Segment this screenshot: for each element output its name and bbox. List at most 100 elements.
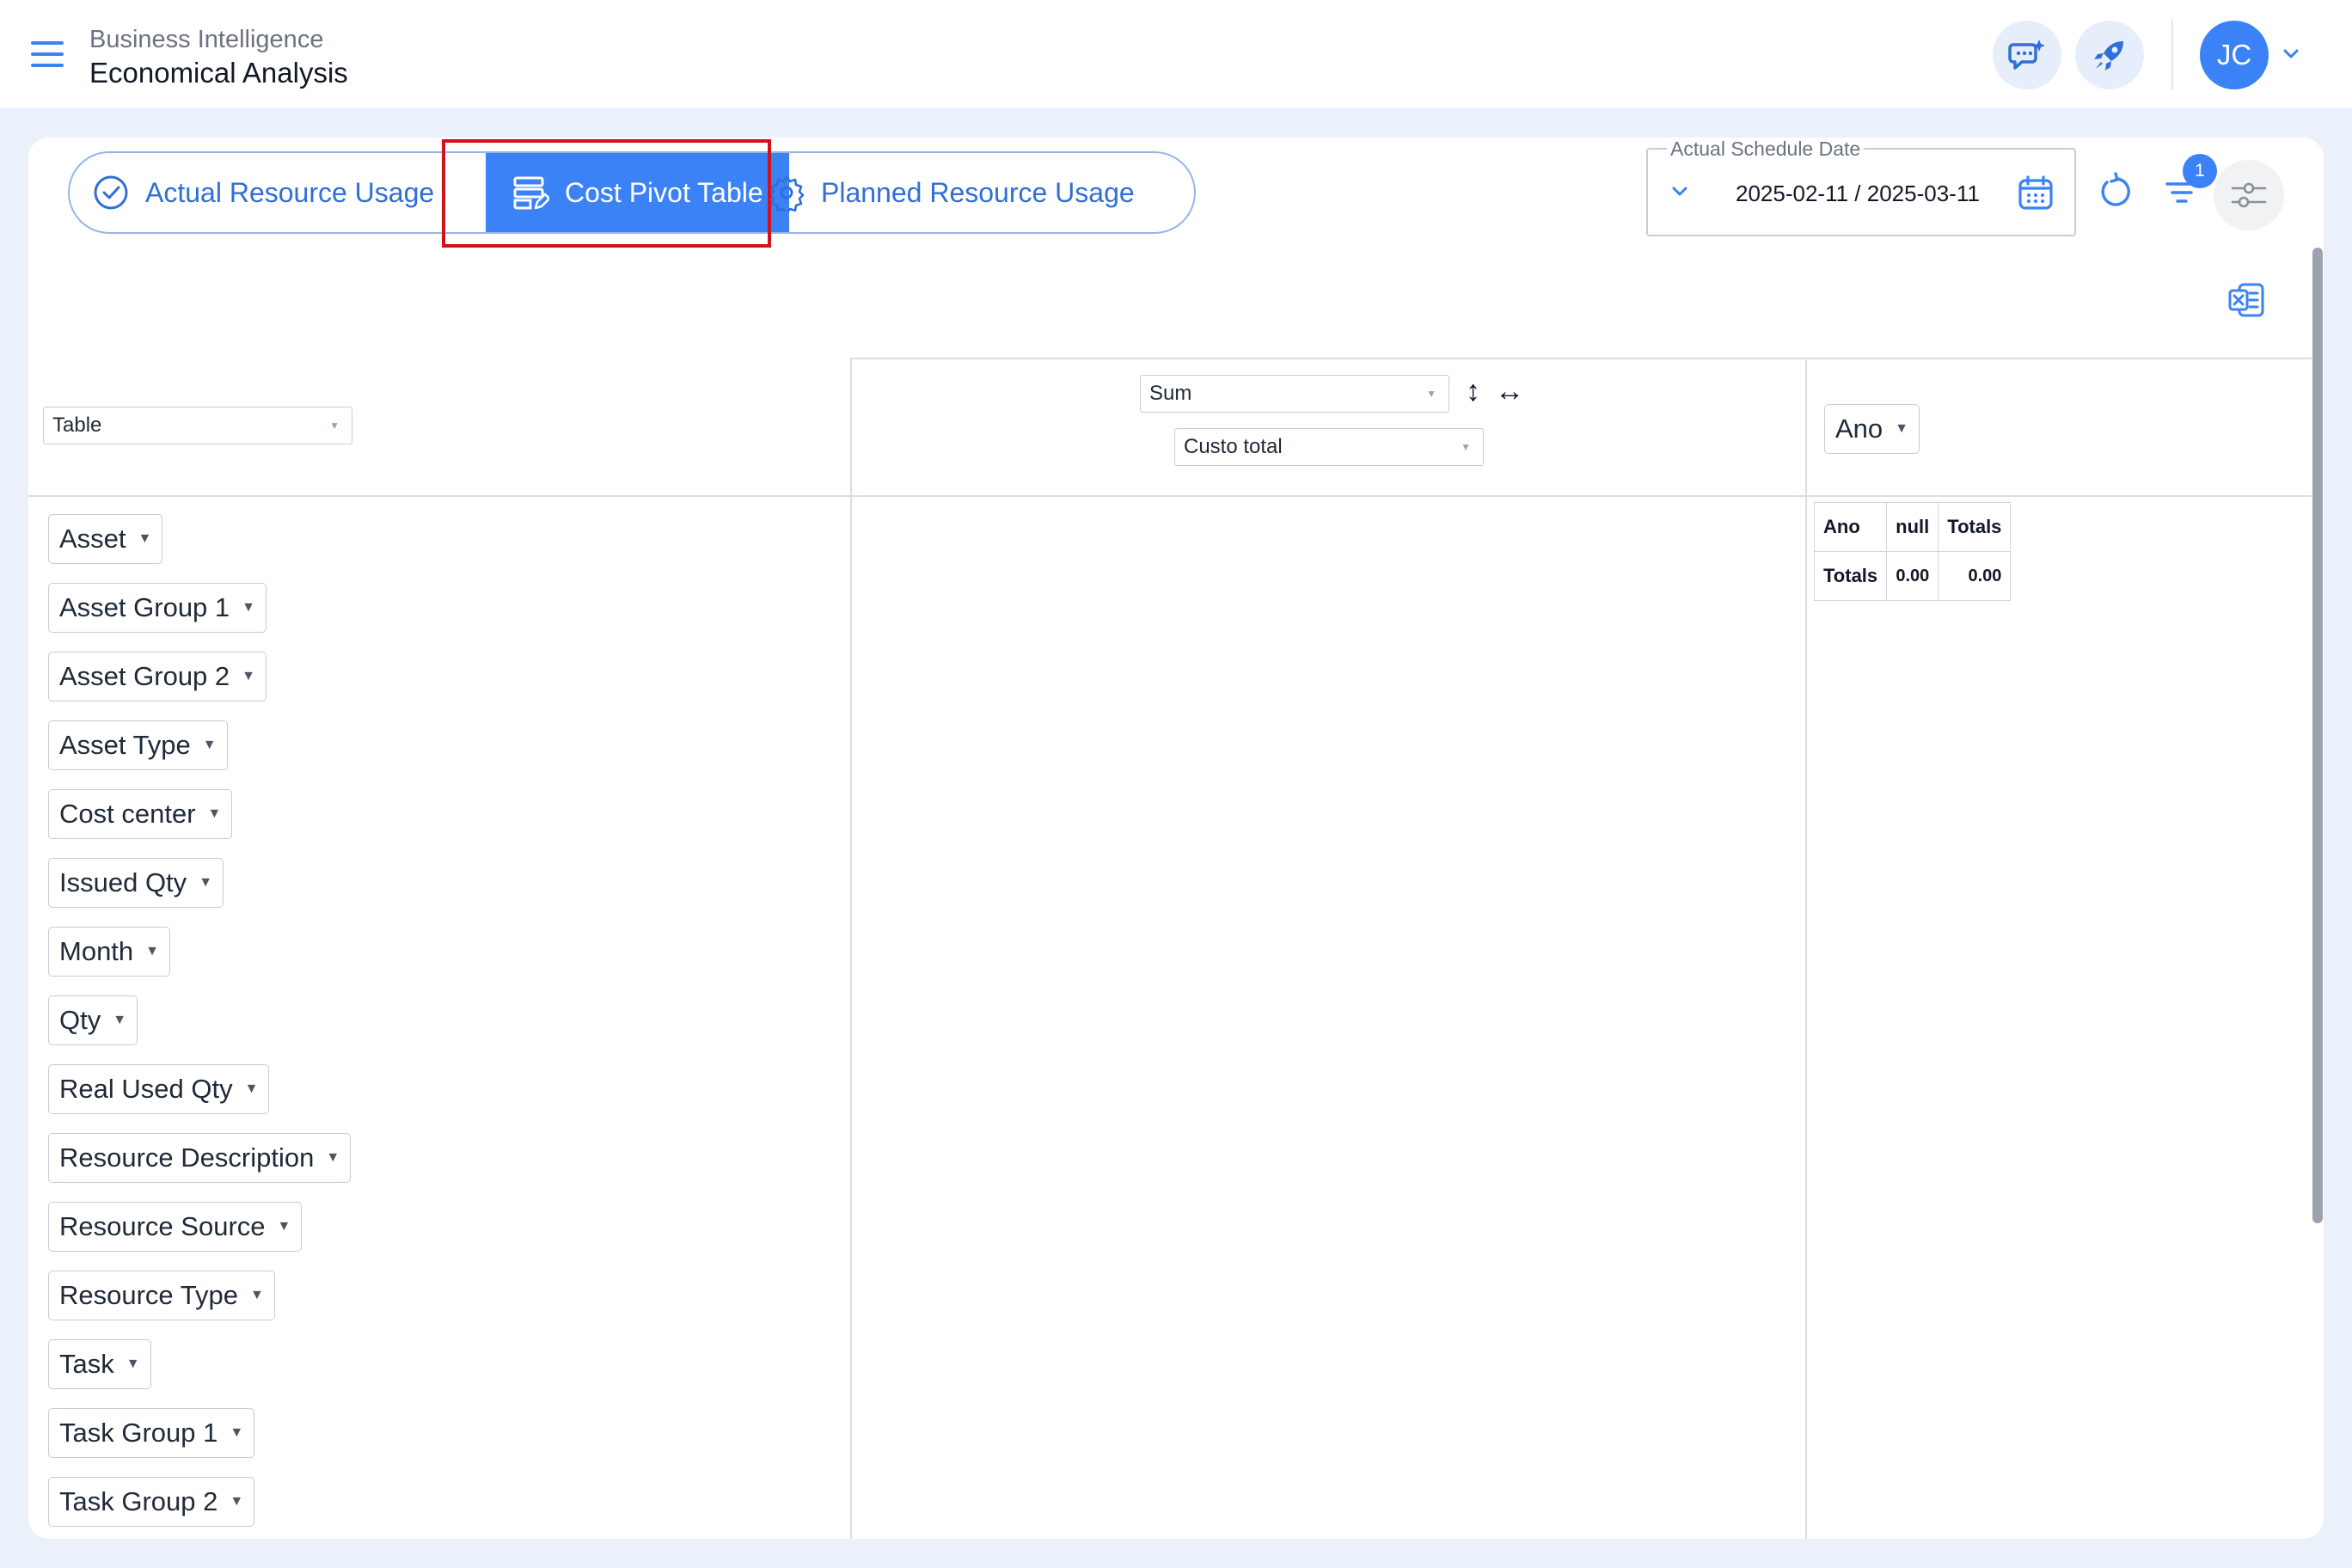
grand-total-cell: 0.00 [1938, 551, 2012, 601]
tab-label: Actual Resource Usage [145, 176, 435, 208]
caret-down-icon: ▼ [1461, 441, 1471, 453]
grid-divider [28, 495, 2312, 497]
page-title: Economical Analysis [89, 57, 348, 89]
field-label: Cost center [59, 799, 196, 829]
field-label: Asset Group 2 [59, 661, 230, 691]
field-label: Task [59, 1349, 114, 1379]
tab-cost-pivot-table[interactable]: Cost Pivot Table [486, 153, 789, 232]
tab-planned-resource-usage[interactable]: Planned Resource Usage [768, 155, 1135, 230]
field-chip[interactable]: Resource Source ▼ [48, 1202, 303, 1252]
grid-divider [850, 358, 852, 1539]
col-order-toggle[interactable]: ↔ [1495, 375, 1524, 408]
field-label: Task Group 2 [59, 1486, 218, 1516]
rocket-icon [2094, 41, 2123, 70]
adjustments-button[interactable] [2214, 160, 2284, 230]
value-field-select[interactable]: Custo total ▼ [1174, 428, 1484, 466]
chat-ai-button[interactable] [1993, 21, 2061, 89]
table-row: Totals 0.00 0.00 [1813, 551, 2012, 601]
field-chip[interactable]: Real Used Qty ▼ [48, 1064, 270, 1114]
caret-down-icon: ▼ [230, 1425, 244, 1440]
field-label: Asset Group 1 [59, 592, 230, 622]
row-header-totals: Totals [1813, 551, 1888, 601]
gear-icon [769, 175, 805, 211]
calendar-icon[interactable] [2016, 174, 2055, 213]
field-chip[interactable]: Task Group 2 ▼ [48, 1477, 255, 1527]
table-edit-icon [513, 176, 549, 210]
caret-down-icon: ▼ [138, 531, 152, 546]
field-chip[interactable]: Asset Type ▼ [48, 720, 228, 770]
renderer-select[interactable]: Table ▼ [43, 407, 352, 444]
refresh-icon[interactable] [2097, 172, 2136, 211]
caret-down-icon: ▼ [329, 420, 340, 432]
field-label: Month [59, 936, 134, 966]
field-label: Asset Type [59, 730, 191, 760]
menu-icon[interactable] [31, 41, 64, 67]
caret-down-icon: ▼ [199, 875, 213, 890]
caret-down-icon: ▼ [202, 738, 217, 752]
scrollbar[interactable] [2312, 248, 2323, 1223]
col-header-totals: Totals [1938, 502, 2012, 552]
field-chip[interactable]: Month ▼ [48, 927, 171, 977]
sliders-icon [2231, 182, 2267, 208]
col-axis-header: Ano [1813, 502, 1888, 552]
module-title: Business Intelligence [89, 26, 324, 53]
chevron-down-icon[interactable] [2280, 43, 2302, 65]
chevron-down-icon[interactable] [1669, 181, 1691, 203]
caret-down-icon: ▼ [126, 1357, 140, 1371]
field-label: Task Group 1 [59, 1418, 218, 1448]
field-chip[interactable]: Asset Group 1 ▼ [48, 583, 266, 633]
field-label: Real Used Qty [59, 1074, 233, 1104]
caret-down-icon: ▼ [1895, 421, 1909, 436]
excel-export-icon[interactable] [2227, 280, 2267, 320]
field-chip[interactable]: Task Group 1 ▼ [48, 1408, 255, 1458]
field-chip[interactable]: Qty ▼ [48, 995, 138, 1045]
tab-actual-resource-usage[interactable]: Actual Resource Usage [92, 155, 434, 230]
field-chip[interactable]: Asset ▼ [48, 514, 163, 564]
total-cell: 0.00 [1886, 551, 1939, 601]
row-order-toggle[interactable]: ↕ [1466, 375, 1480, 408]
schedule-date-label: Actual Schedule Date [1667, 138, 1865, 161]
view-tabs: Actual Resource Usage Cost Pivot Table P… [68, 151, 1196, 234]
caret-down-icon: ▼ [230, 1494, 244, 1509]
launch-button[interactable] [2075, 21, 2144, 89]
caret-down-icon: ▼ [277, 1219, 291, 1234]
caret-down-icon: ▼ [207, 806, 222, 821]
top-bar: Business Intelligence Economical Analysi… [0, 0, 2352, 108]
filter-count-badge: 1 [2183, 154, 2217, 188]
col-header: null [1886, 502, 1939, 552]
renderer-value: Table [52, 413, 102, 437]
aggregator-select[interactable]: Sum ▼ [1140, 375, 1449, 413]
check-circle-icon [94, 175, 128, 210]
schedule-date-value: 2025-02-11 / 2025-03-11 [1736, 181, 1980, 206]
field-chip[interactable]: Cost center ▼ [48, 789, 233, 839]
tab-label: Cost Pivot Table [565, 176, 763, 208]
col-field-chip[interactable]: Ano ▼ [1824, 404, 1920, 454]
chat-sparkle-icon [2008, 40, 2045, 70]
aggregator-value: Sum [1149, 382, 1192, 405]
caret-down-icon: ▼ [249, 1288, 264, 1302]
field-label: Asset [59, 524, 126, 554]
grid-divider [1805, 358, 1807, 1539]
caret-down-icon: ▼ [242, 600, 255, 615]
grid-divider [850, 358, 2312, 359]
header-divider [2171, 19, 2173, 89]
main-card: Actual Resource Usage Cost Pivot Table P… [28, 138, 2324, 1539]
caret-down-icon: ▼ [326, 1150, 340, 1165]
field-label: Issued Qty [59, 867, 187, 897]
pivot-result-table: Ano null Totals Totals 0.00 0.00 [1813, 502, 2012, 601]
field-chip[interactable]: Asset Group 2 ▼ [48, 652, 266, 701]
caret-down-icon: ▼ [1426, 388, 1436, 400]
field-chip[interactable]: Task ▼ [48, 1339, 151, 1389]
schedule-date-field[interactable]: Actual Schedule Date 2025-02-11 / 2025-0… [1646, 138, 2076, 236]
col-field-label: Ano [1835, 413, 1883, 444]
caret-down-icon: ▼ [244, 1081, 259, 1096]
field-label: Resource Source [59, 1211, 266, 1241]
avatar[interactable]: JC [2200, 21, 2269, 89]
field-chip[interactable]: Resource Type ▼ [48, 1271, 275, 1320]
caret-down-icon: ▼ [145, 944, 160, 959]
caret-down-icon: ▼ [242, 669, 255, 683]
field-label: Resource Description [59, 1142, 315, 1173]
field-chip[interactable]: Issued Qty ▼ [48, 858, 224, 908]
table-row: Ano null Totals [1813, 502, 2012, 552]
field-chip[interactable]: Resource Description ▼ [48, 1133, 352, 1183]
